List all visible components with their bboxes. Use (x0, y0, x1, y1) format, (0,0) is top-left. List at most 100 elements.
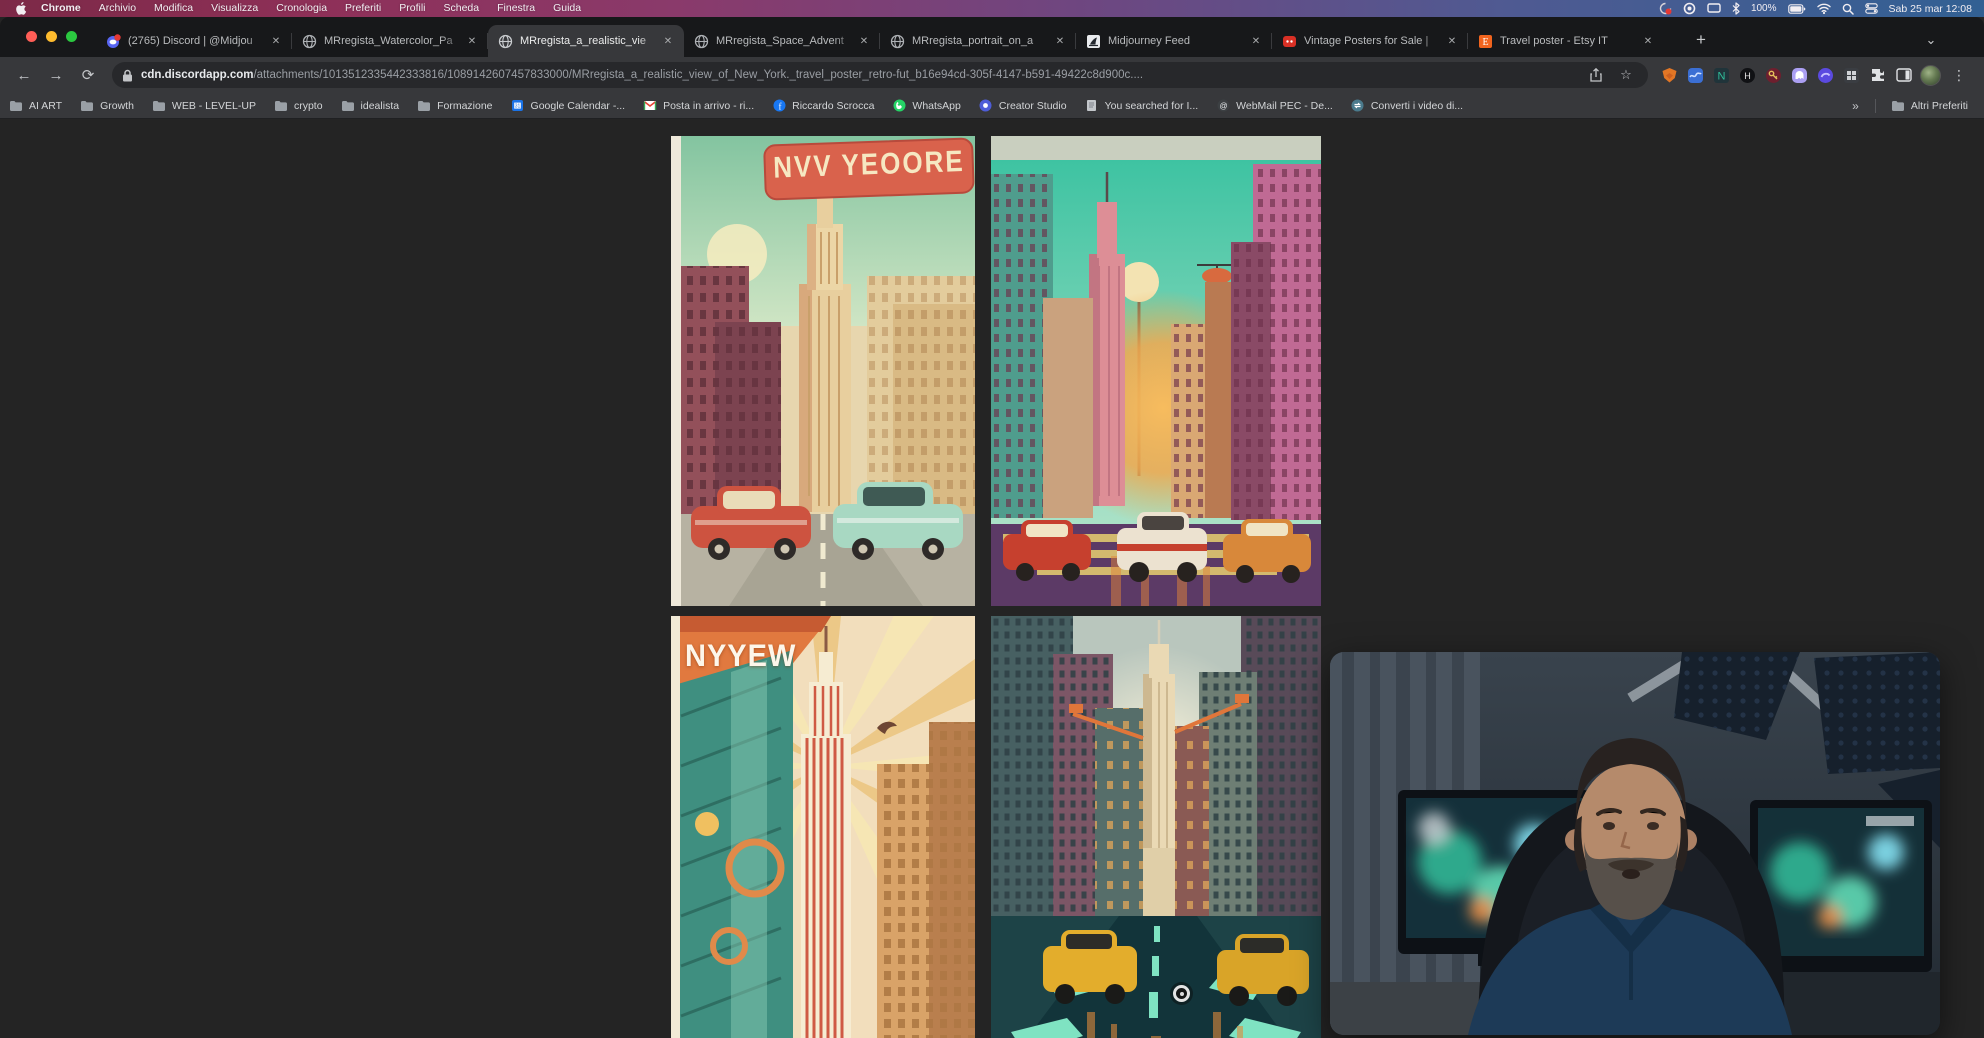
menu-bar-clock[interactable]: Sab 25 mar 12:08 (1889, 3, 1972, 15)
bookmark-folder-idealista[interactable]: idealista (332, 96, 409, 116)
metamask-extension-icon[interactable] (1660, 66, 1679, 85)
mouse-cursor-indicator (1173, 985, 1190, 1002)
tab-close-icon[interactable]: ✕ (268, 33, 284, 49)
tab-close-icon[interactable]: ✕ (1640, 33, 1656, 49)
bookmark-folder-growth[interactable]: Growth (71, 96, 143, 116)
tab-search-chevron-icon[interactable]: ⌄ (1918, 27, 1944, 53)
reload-icon[interactable]: ⟳ (74, 61, 102, 89)
menu-archivio[interactable]: Archivio (90, 0, 145, 17)
wifi-icon[interactable] (1817, 3, 1831, 14)
tab-etsy-travel-poster[interactable]: E Travel poster - Etsy IT ✕ (1468, 25, 1664, 57)
tab-close-icon[interactable]: ✕ (464, 33, 480, 49)
bookmark-label: crypto (294, 100, 323, 112)
poster-illustration (991, 136, 1321, 606)
bookmark-creator-studio[interactable]: Creator Studio (970, 96, 1076, 116)
tab-mrregista-a-realistic-active[interactable]: MRregista_a_realistic_vie ✕ (488, 25, 684, 57)
black-circle-extension-icon[interactable]: H (1738, 66, 1757, 85)
tabs: (2765) Discord | @Midjou ✕ MRregista_Wat… (96, 25, 1664, 57)
bookmark-facebook-riccardo[interactable]: f Riccardo Scrocca (763, 96, 883, 116)
purple-swirl-extension-icon[interactable] (1816, 66, 1835, 85)
menu-scheda[interactable]: Scheda (435, 0, 489, 17)
url-domain: cdn.discordapp.com (141, 69, 253, 81)
chrome-menu-icon[interactable]: ⋮ (1948, 67, 1970, 84)
bookmark-star-icon[interactable]: ☆ (1614, 63, 1638, 87)
ssl-lock-icon (122, 69, 133, 82)
phantom-ghost-extension-icon[interactable] (1790, 66, 1809, 85)
svg-text:H: H (1744, 71, 1751, 81)
bookmark-folder-ai-art[interactable]: AI ART (0, 96, 71, 116)
bookmark-whatsapp[interactable]: WhatsApp (883, 96, 969, 116)
control-center-icon[interactable] (1865, 3, 1878, 14)
bookmark-folder-formazione[interactable]: Formazione (408, 96, 501, 116)
new-tab-button[interactable]: + (1688, 27, 1714, 53)
bookmark-label: Altri Preferiti (1911, 100, 1968, 112)
menu-chrome[interactable]: Chrome (32, 0, 90, 17)
green-n-extension-icon[interactable]: N (1712, 66, 1731, 85)
share-icon[interactable] (1584, 63, 1608, 87)
bluetooth-icon[interactable] (1732, 2, 1740, 15)
close-window-button[interactable] (26, 31, 37, 42)
profile-avatar[interactable] (1920, 65, 1941, 86)
battery-icon[interactable] (1788, 4, 1806, 14)
poster-nyyew-sunburst[interactable]: NYYEW (671, 616, 975, 1038)
menu-visualizza[interactable]: Visualizza (202, 0, 267, 17)
folder-icon (152, 99, 166, 113)
bookmark-google-calendar[interactable]: 31 Google Calendar -... (502, 96, 635, 116)
bookmark-folder-crypto[interactable]: crypto (265, 96, 332, 116)
spotlight-icon[interactable] (1842, 3, 1854, 15)
bookmarks-overflow-chevron[interactable]: » (1842, 99, 1869, 113)
key-extension-icon[interactable] (1764, 66, 1783, 85)
poster-illustration (671, 616, 975, 1038)
record-icon[interactable] (1683, 2, 1696, 15)
bookmark-webmail-pec[interactable]: @ WebMail PEC - De... (1207, 96, 1342, 116)
bookmarks-divider (1875, 99, 1876, 113)
fullscreen-window-button[interactable] (66, 31, 77, 42)
midjourney-image-grid[interactable]: NVV YEOORE (671, 136, 1321, 1038)
blue-wave-extension-icon[interactable] (1686, 66, 1705, 85)
address-bar[interactable]: cdn.discordapp.com/attachments/101351233… (112, 62, 1648, 88)
webmail-favicon-icon: @ (1216, 99, 1230, 113)
screen-mirroring-icon[interactable] (1707, 3, 1721, 14)
tab-vintage-posters[interactable]: Vintage Posters for Sale | ✕ (1272, 25, 1468, 57)
back-icon[interactable]: ← (10, 61, 38, 89)
menu-modifica[interactable]: Modifica (145, 0, 202, 17)
bookmark-label: WebMail PEC - De... (1236, 100, 1333, 112)
tab-mrregista-portrait[interactable]: MRregista_portrait_on_a ✕ (880, 25, 1076, 57)
presenter-video (1330, 652, 1940, 1035)
bookmark-converti-video[interactable]: Converti i video di... (1342, 96, 1472, 116)
folder-icon (274, 99, 288, 113)
update-badge-icon[interactable] (1659, 2, 1672, 15)
bookmark-you-searched[interactable]: You searched for I... (1076, 96, 1208, 116)
poster-new-york-sunset-avenue[interactable] (991, 136, 1321, 606)
poster-new-york-retro-street[interactable]: NVV YEOORE (671, 136, 975, 606)
minimize-window-button[interactable] (46, 31, 57, 42)
tab-close-icon[interactable]: ✕ (660, 33, 676, 49)
poster-new-york-taxi-avenue[interactable] (991, 616, 1321, 1038)
menu-guida[interactable]: Guida (544, 0, 590, 17)
tab-label: (2765) Discord | @Midjou (128, 35, 268, 47)
page-content: NVV YEOORE (0, 119, 1984, 1038)
bookmark-folder-altri-preferiti[interactable]: Altri Preferiti (1882, 96, 1984, 116)
menu-finestra[interactable]: Finestra (488, 0, 544, 17)
midjourney-favicon-icon (1086, 34, 1101, 49)
tab-close-icon[interactable]: ✕ (1444, 33, 1460, 49)
apple-icon[interactable] (10, 2, 32, 15)
extensions-puzzle-icon[interactable] (1868, 66, 1887, 85)
bookmark-folder-web-level-up[interactable]: WEB - LEVEL-UP (143, 96, 265, 116)
forward-icon[interactable]: → (42, 61, 70, 89)
tab-close-icon[interactable]: ✕ (856, 33, 872, 49)
tab-discord[interactable]: (2765) Discord | @Midjou ✕ (96, 25, 292, 57)
grid-extension-icon[interactable] (1842, 66, 1861, 85)
tab-mrregista-space[interactable]: MRregista_Space_Advent ✕ (684, 25, 880, 57)
menu-bar-status: 100% Sab 25 mar 12:08 (1659, 2, 1984, 15)
bookmark-gmail-inbox[interactable]: Posta in arrivo - ri... (634, 96, 763, 116)
menu-preferiti[interactable]: Preferiti (336, 0, 390, 17)
menu-profili[interactable]: Profili (390, 0, 434, 17)
menu-cronologia[interactable]: Cronologia (267, 0, 336, 17)
tab-close-icon[interactable]: ✕ (1248, 33, 1264, 49)
tab-close-icon[interactable]: ✕ (1052, 33, 1068, 49)
poster-illustration (991, 616, 1321, 1038)
tab-midjourney-feed[interactable]: Midjourney Feed ✕ (1076, 25, 1272, 57)
tab-mrregista-watercolor[interactable]: MRregista_Watercolor_Pa ✕ (292, 25, 488, 57)
side-panel-icon[interactable] (1894, 66, 1913, 85)
